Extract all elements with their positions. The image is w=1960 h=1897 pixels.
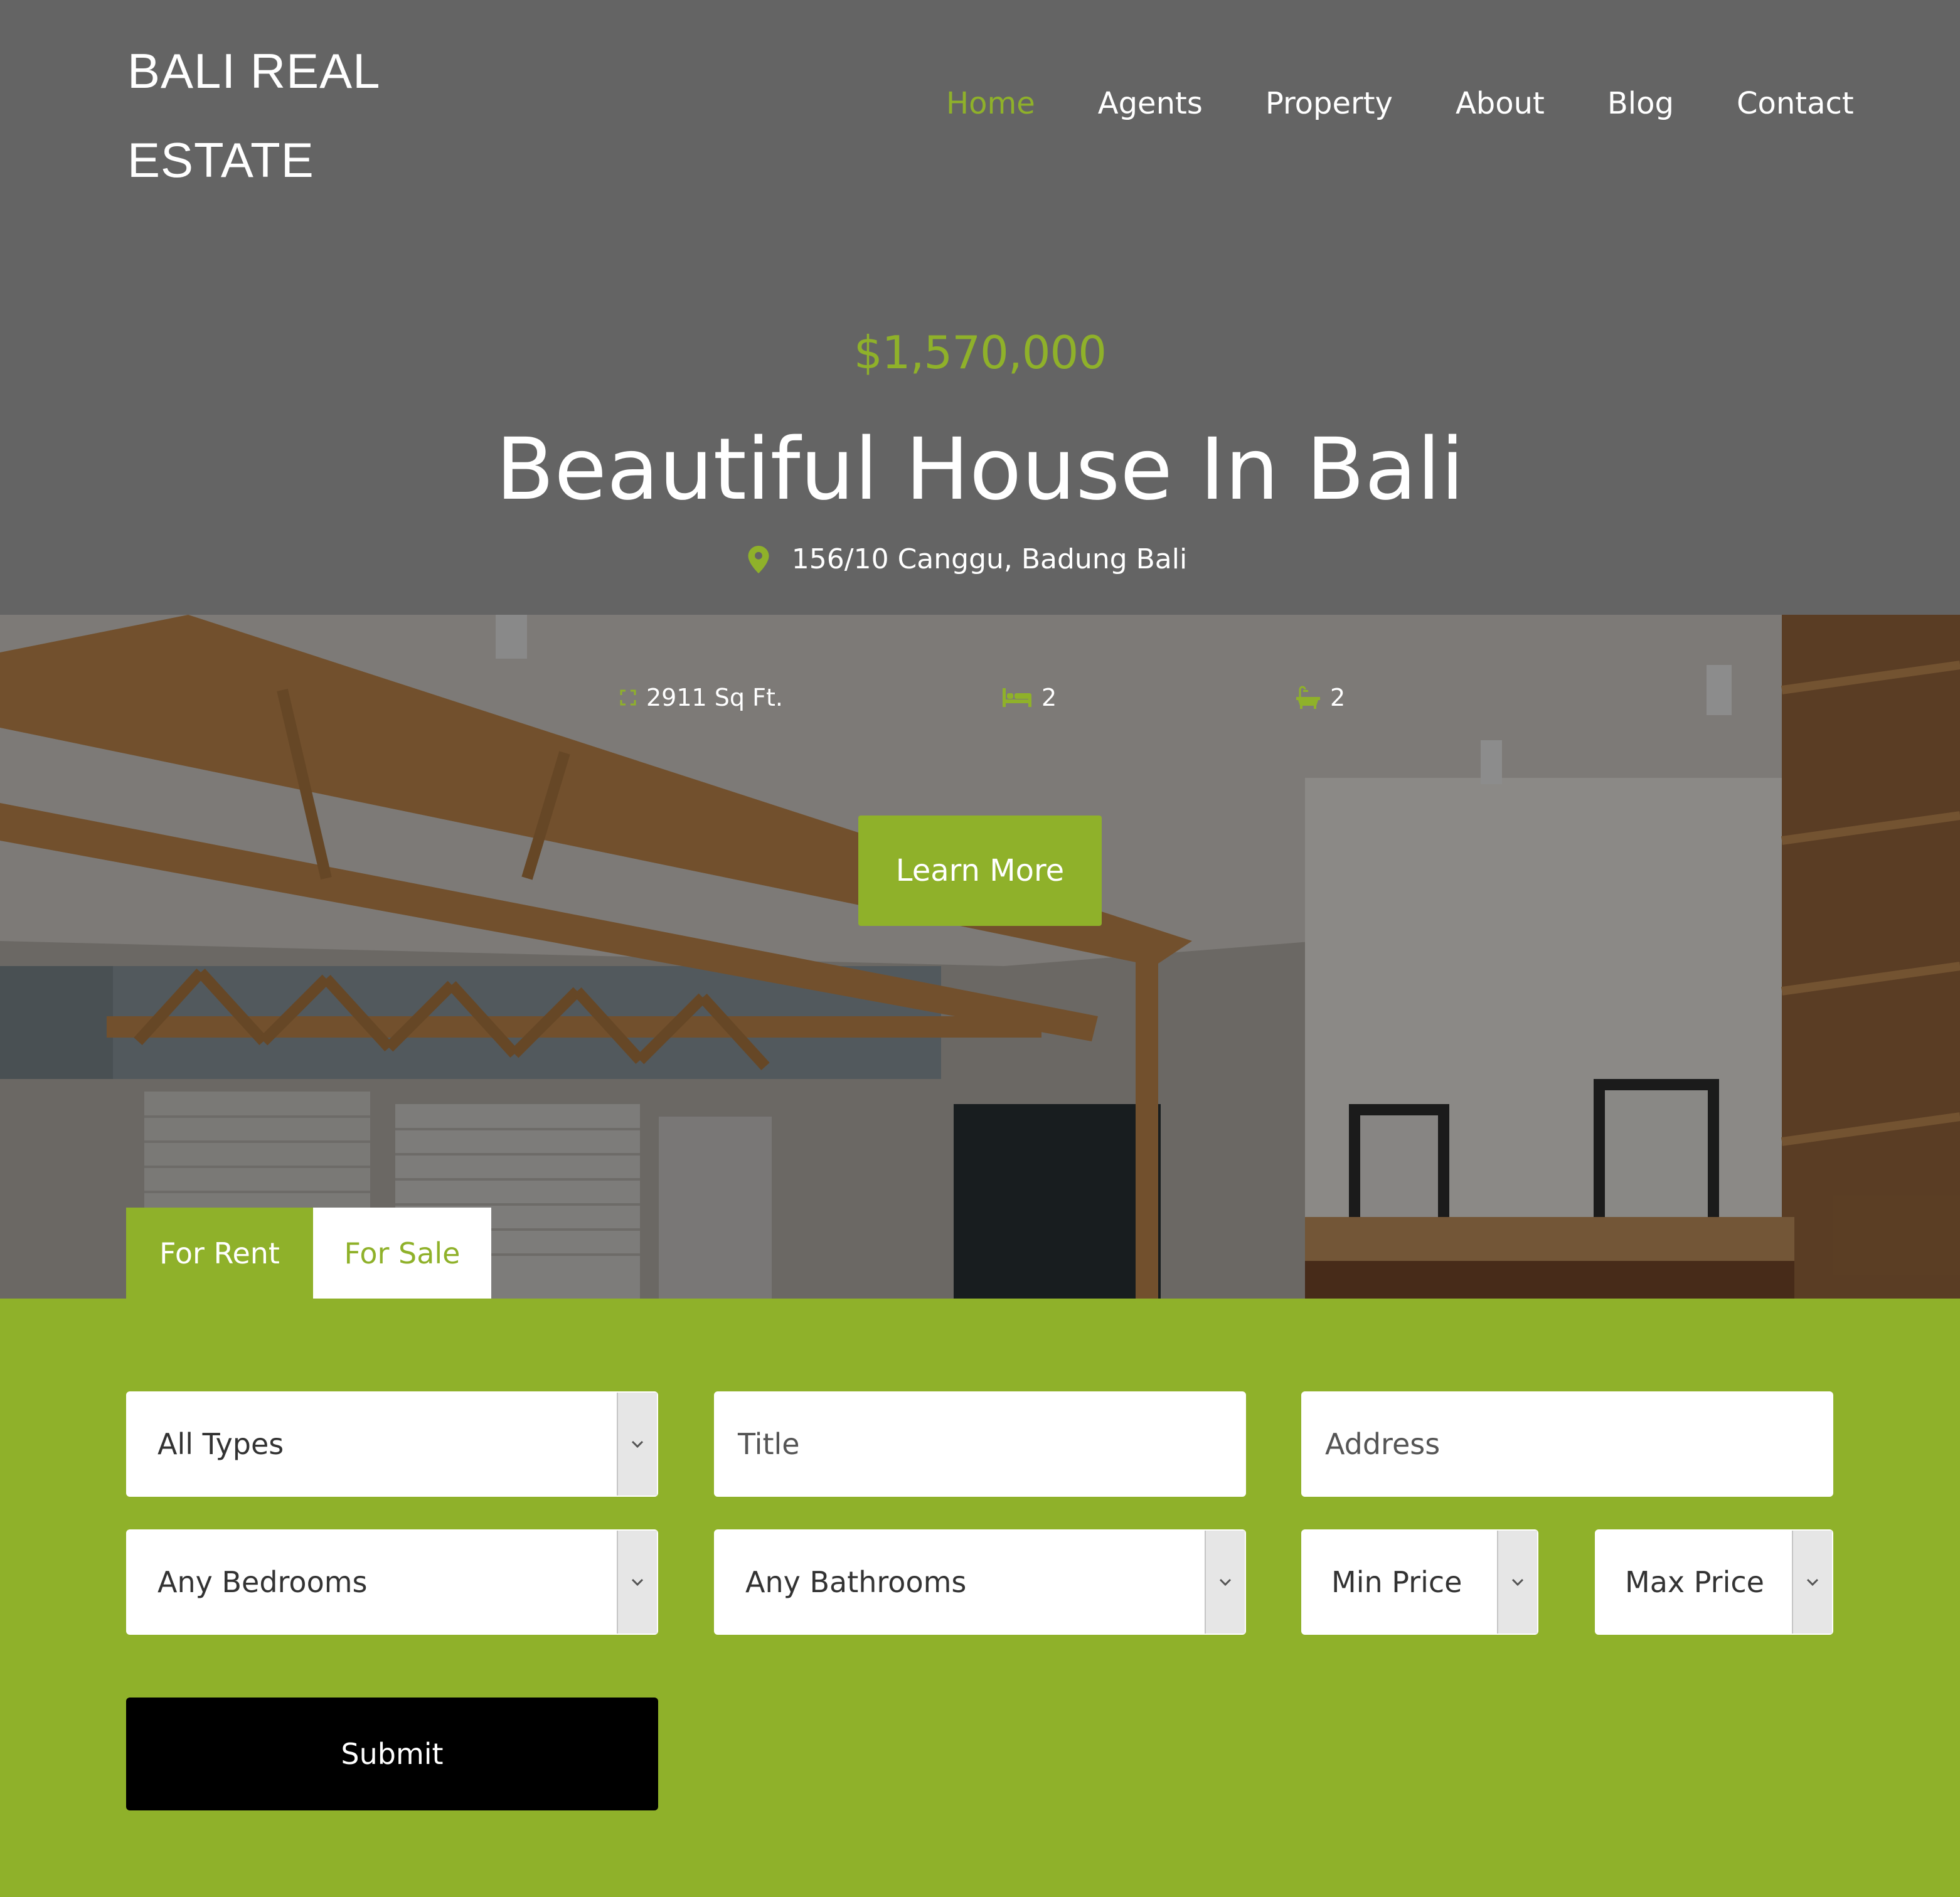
address-input-placeholder: Address: [1325, 1427, 1441, 1461]
bedrooms-select[interactable]: Any Bedrooms: [126, 1529, 658, 1635]
bathrooms-select-value: Any Bathrooms: [745, 1565, 967, 1599]
site-header: BALI REAL ESTATE Home Agents Property Ab…: [0, 0, 1960, 615]
min-price-select-value: Min Price: [1331, 1565, 1462, 1599]
bathrooms-select[interactable]: Any Bathrooms: [714, 1529, 1246, 1635]
site-logo[interactable]: BALI REAL ESTATE: [127, 26, 416, 205]
main-nav: Home Agents Property About Blog Contact: [946, 82, 1854, 125]
chevron-down-icon: [1497, 1531, 1537, 1634]
tab-for-rent[interactable]: For Rent: [126, 1208, 313, 1299]
listing-stats: 2911 Sq Ft. 2 2: [0, 684, 1960, 715]
learn-more-button[interactable]: Learn More: [858, 816, 1102, 926]
nav-home[interactable]: Home: [946, 86, 1035, 121]
logo-line-2: ESTATE: [127, 132, 314, 188]
map-pin-icon: [748, 545, 769, 573]
nav-blog[interactable]: Blog: [1607, 86, 1674, 121]
address-text: 156/10 Canggu, Badung Bali: [791, 543, 1188, 575]
bathrooms-stat: 2: [1296, 684, 1345, 711]
listing-type-tabs: For Rent For Sale: [126, 1208, 491, 1299]
area-value: 2911 Sq Ft.: [646, 684, 783, 711]
logo-line-1: BALI REAL: [127, 43, 381, 98]
hero-overlay: [0, 615, 1960, 1299]
listing-title: Beautiful House In Bali: [496, 420, 1464, 519]
min-price-select[interactable]: Min Price: [1301, 1529, 1538, 1635]
area-stat: 2911 Sq Ft.: [620, 684, 783, 711]
title-input[interactable]: Title: [714, 1391, 1246, 1497]
bedrooms-stat: 2: [1003, 684, 1057, 711]
area-icon: [620, 689, 636, 706]
page: BALI REAL ESTATE Home Agents Property Ab…: [0, 0, 1960, 1897]
max-price-select-value: Max Price: [1625, 1565, 1764, 1599]
address-input[interactable]: Address: [1301, 1391, 1833, 1497]
nav-about[interactable]: About: [1456, 86, 1545, 121]
chevron-down-icon: [617, 1531, 657, 1634]
nav-property[interactable]: Property: [1265, 86, 1393, 121]
nav-agents[interactable]: Agents: [1098, 86, 1203, 121]
listing-address: 156/10 Canggu, Badung Bali: [0, 543, 1960, 575]
listing-price: $1,570,000: [853, 326, 1107, 379]
hero-banner: [0, 615, 1960, 1299]
bathrooms-value: 2: [1330, 684, 1346, 711]
bedrooms-select-value: Any Bedrooms: [157, 1565, 368, 1599]
max-price-select[interactable]: Max Price: [1595, 1529, 1833, 1635]
title-input-placeholder: Title: [738, 1427, 800, 1461]
chevron-down-icon: [1792, 1531, 1832, 1634]
chevron-down-icon: [617, 1393, 657, 1496]
bed-icon: [1003, 688, 1031, 707]
submit-button[interactable]: Submit: [126, 1698, 658, 1810]
nav-contact[interactable]: Contact: [1737, 86, 1854, 121]
bathtub-icon: [1296, 686, 1320, 709]
type-select[interactable]: All Types: [126, 1391, 658, 1497]
tab-for-sale[interactable]: For Sale: [313, 1208, 491, 1299]
bedrooms-value: 2: [1041, 684, 1057, 711]
chevron-down-icon: [1205, 1531, 1245, 1634]
type-select-value: All Types: [157, 1427, 284, 1461]
